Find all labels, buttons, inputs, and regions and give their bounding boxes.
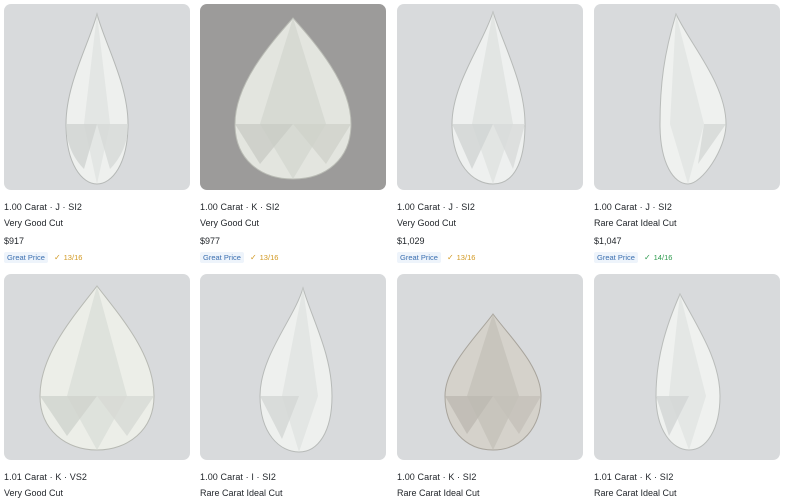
checkmark-icon: ✓ — [53, 252, 61, 262]
great-price-badge: Great Price — [397, 251, 441, 263]
diamond-image[interactable] — [4, 4, 190, 190]
cut-grade: Very Good Cut — [200, 218, 260, 228]
diamond-image[interactable] — [397, 4, 583, 190]
diamond-image[interactable] — [4, 274, 190, 460]
diamond-image[interactable] — [200, 4, 386, 190]
diamond-image[interactable] — [594, 274, 780, 460]
score-value: 13/16 — [63, 252, 83, 262]
price-meta: Great Price ✓ 13/16 — [4, 251, 190, 263]
quality-score: ✓ 13/16 — [250, 253, 278, 262]
diamond-image[interactable] — [200, 274, 386, 460]
listing-title: 1.00 Carat · K · SI2 — [200, 202, 280, 212]
listing-title: 1.00 Carat · J · SI2 — [4, 202, 83, 212]
diamond-card[interactable]: 1.00 Carat · J · SI2 Very Good Cut $1,02… — [397, 4, 583, 263]
diamond-card[interactable]: 1.01 Carat · K · SI2 Rare Carat Ideal Cu… — [594, 274, 780, 499]
diamond-image[interactable] — [397, 274, 583, 460]
price-meta: Great Price ✓ 13/16 — [397, 251, 583, 263]
price: $1,029 — [397, 236, 425, 246]
great-price-badge: Great Price — [594, 251, 638, 263]
diamond-image[interactable] — [594, 4, 780, 190]
checkmark-icon: ✓ — [643, 252, 651, 262]
diamond-card[interactable]: 1.00 Carat · K · SI2 Very Good Cut $977 … — [200, 4, 386, 263]
price: $917 — [4, 236, 25, 246]
quality-score: ✓ 13/16 — [54, 253, 82, 262]
checkmark-icon: ✓ — [249, 252, 257, 262]
diamond-card[interactable]: 1.00 Carat · K · SI2 Rare Carat Ideal Cu… — [397, 274, 583, 499]
listing-title: 1.01 Carat · K · SI2 — [594, 472, 674, 482]
cut-grade: Very Good Cut — [4, 218, 64, 228]
price: $1,047 — [594, 236, 622, 246]
diamond-card[interactable]: 1.00 Carat · I · SI2 Rare Carat Ideal Cu… — [200, 274, 386, 499]
score-value: 14/16 — [653, 252, 673, 262]
score-value: 13/16 — [456, 252, 476, 262]
cut-grade: Very Good Cut — [397, 218, 457, 228]
checkmark-icon: ✓ — [446, 252, 454, 262]
price-meta: Great Price ✓ 13/16 — [200, 251, 386, 263]
price-meta: Great Price ✓ 14/16 — [594, 251, 780, 263]
listing-title: 1.01 Carat · K · VS2 — [4, 472, 88, 482]
quality-score: ✓ 13/16 — [447, 253, 475, 262]
listing-title: 1.00 Carat · J · SI2 — [594, 202, 673, 212]
quality-score: ✓ 14/16 — [644, 253, 672, 262]
price: $977 — [200, 236, 221, 246]
great-price-badge: Great Price — [200, 251, 244, 263]
diamond-card[interactable]: 1.01 Carat · K · VS2 Very Good Cut — [4, 274, 190, 499]
cut-grade: Very Good Cut — [4, 488, 64, 498]
cut-grade: Rare Carat Ideal Cut — [594, 488, 677, 498]
listing-title: 1.00 Carat · I · SI2 — [200, 472, 277, 482]
listing-title: 1.00 Carat · K · SI2 — [397, 472, 477, 482]
cut-grade: Rare Carat Ideal Cut — [594, 218, 677, 228]
cut-grade: Rare Carat Ideal Cut — [200, 488, 283, 498]
listing-title: 1.00 Carat · J · SI2 — [397, 202, 476, 212]
cut-grade: Rare Carat Ideal Cut — [397, 488, 480, 498]
score-value: 13/16 — [259, 252, 279, 262]
great-price-badge: Great Price — [4, 251, 48, 263]
diamond-card[interactable]: 1.00 Carat · J · SI2 Rare Carat Ideal Cu… — [594, 4, 780, 263]
diamond-results-grid: 1.00 Carat · J · SI2 Very Good Cut $917 … — [0, 0, 789, 503]
diamond-card[interactable]: 1.00 Carat · J · SI2 Very Good Cut $917 … — [4, 4, 190, 263]
